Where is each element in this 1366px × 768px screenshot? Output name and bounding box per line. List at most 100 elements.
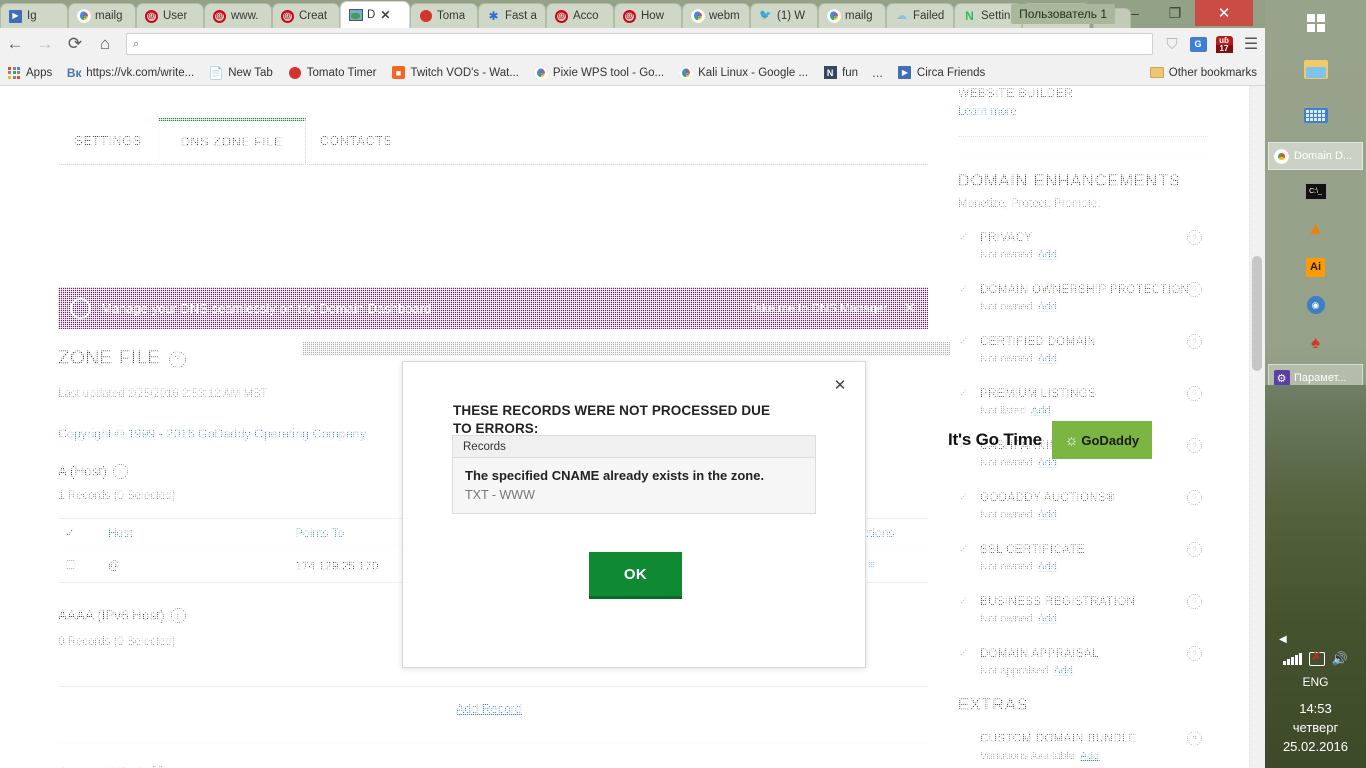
- ok-button[interactable]: OK: [589, 552, 682, 599]
- tray-expand-button[interactable]: ◀: [1265, 634, 1366, 645]
- window-user-label[interactable]: Пользователь 1: [1011, 4, 1115, 24]
- bookmark-item[interactable]: Tomato Timer: [287, 65, 376, 81]
- browser-tab[interactable]: @ Creat: [272, 3, 340, 28]
- bookmark-item[interactable]: Вк https://vk.com/write...: [66, 65, 194, 81]
- bookmark-item[interactable]: G Kali Linux - Google ...: [678, 65, 808, 81]
- browser-toolbar: ← → ⟳ ⌂ ⌕ ⛉ G uɓ 17 ☰: [0, 28, 1265, 61]
- reload-button[interactable]: ⟳: [60, 29, 90, 59]
- tab-label: Acco: [573, 10, 599, 22]
- browser-tab[interactable]: Gmailg: [68, 3, 136, 28]
- explorer-icon: [1303, 59, 1328, 79]
- forward-button[interactable]: →: [30, 29, 60, 59]
- scrollbar-thumb[interactable]: [1252, 256, 1262, 371]
- browser-tab[interactable]: @ User: [136, 3, 204, 28]
- signal-icon[interactable]: [1283, 653, 1302, 665]
- bookmark-label: Circa Friends: [916, 66, 986, 79]
- address-bar[interactable]: ⌕: [126, 33, 1153, 55]
- at-icon: @: [555, 9, 568, 23]
- windows-taskbar: Domain D...C:\_▲Ai◉♠⚙Парамет...✈Telegram…: [1265, 0, 1366, 768]
- clock-date: 25.02.2016: [1282, 739, 1349, 754]
- taskbar-item-domain[interactable]: Domain D...: [1268, 142, 1363, 170]
- records-error-table: Records The specified CNAME already exis…: [452, 435, 816, 514]
- browser-tab[interactable]: ▶ Ig: [0, 3, 68, 28]
- vlc-icon: ▲: [1307, 219, 1324, 238]
- taskbar-item-label: Парамет...: [1294, 372, 1347, 384]
- ublock-extension-icon[interactable]: uɓ 17: [1211, 31, 1237, 57]
- browser-tab-active[interactable]: D ✕: [340, 1, 410, 28]
- language-indicator[interactable]: ENG: [1265, 675, 1366, 689]
- translate-icon-glyph: G: [1189, 36, 1207, 52]
- apps-grid-icon: [8, 66, 20, 79]
- close-icon[interactable]: ✕: [831, 376, 849, 394]
- bookmark-label: Kali Linux - Google ...: [698, 66, 809, 79]
- fun-icon: N: [823, 66, 837, 79]
- taskbar-cmd-icon[interactable]: C:\_: [1265, 172, 1366, 210]
- google-icon: G: [826, 9, 841, 23]
- volume-icon[interactable]: 🔊: [1332, 651, 1348, 667]
- home-button[interactable]: ⌂: [90, 29, 120, 59]
- globe-icon: [348, 9, 363, 21]
- clock-time: 14:53: [1299, 701, 1332, 716]
- bookmark-item[interactable]: G Pixie WPS tool - Go...: [533, 65, 664, 81]
- tab-label: Fast a: [505, 10, 537, 22]
- browser-tab[interactable]: 🐦 (1) W: [750, 3, 818, 28]
- chrome-icon: [1274, 148, 1289, 164]
- ublock-icon-glyph: uɓ 17: [1215, 35, 1233, 53]
- tray-icons: ✗ 🔊: [1265, 651, 1366, 667]
- keyboard-icon: [1303, 107, 1328, 123]
- tab-close-icon[interactable]: ✕: [380, 8, 390, 22]
- bookmark-item[interactable]: ▶ Circa Friends: [897, 65, 985, 81]
- bookmark-item[interactable]: Apps: [6, 65, 52, 81]
- chrome-menu-button[interactable]: ☰: [1237, 31, 1265, 57]
- bookmark-item[interactable]: 📄 New Tab: [208, 65, 273, 81]
- browser-tab[interactable]: Gmailg: [818, 3, 886, 28]
- browser-tab[interactable]: Toma: [410, 3, 478, 28]
- browser-tab[interactable]: @ Acco: [546, 3, 614, 28]
- page-icon: 📄: [208, 65, 224, 80]
- tab-label: D: [367, 9, 376, 21]
- taskbar-illustrator-icon[interactable]: Ai: [1265, 248, 1366, 286]
- back-button[interactable]: ←: [0, 29, 30, 59]
- bookmark-label: Pixie WPS tool - Go...: [552, 66, 665, 79]
- bookmarks-bar: Apps Вк https://vk.com/write... 📄 New Tab Tom…: [0, 60, 1265, 86]
- address-input[interactable]: [144, 36, 1146, 52]
- tab-label: mailg: [95, 10, 123, 22]
- window-close-button[interactable]: ✕: [1195, 0, 1253, 26]
- clock-weekday: четверг: [1292, 720, 1339, 735]
- translate-extension-icon[interactable]: G: [1185, 31, 1211, 57]
- taskbar-pokerstars-icon[interactable]: ♠: [1265, 324, 1366, 362]
- at-icon: @: [623, 9, 636, 23]
- browser-tab[interactable]: @ www.: [204, 3, 272, 28]
- clock[interactable]: 14:53 четверг 25.02.2016: [1265, 699, 1366, 756]
- touch-keyboard-button[interactable]: [1265, 92, 1366, 138]
- battery-icon[interactable]: ✗: [1308, 651, 1325, 666]
- browser-tab[interactable]: ☁ Failed: [886, 3, 954, 28]
- taskbar-vlc-icon[interactable]: ▲: [1265, 210, 1366, 248]
- browser-tab[interactable]: @ How: [614, 3, 682, 28]
- start-button[interactable]: [1265, 0, 1366, 46]
- records-column-header: Records: [453, 436, 815, 458]
- tab-label: Toma: [437, 10, 466, 22]
- bookmark-label: Other bookmarks: [1168, 66, 1257, 79]
- window-maximize-button[interactable]: ❐: [1155, 0, 1195, 26]
- battery-x-icon: ✗: [1311, 651, 1321, 663]
- twitter-icon: 🐦: [759, 10, 772, 21]
- bookmark-label: Twitch VOD's - Wat...: [410, 66, 519, 79]
- bookmarks-overflow-button[interactable]: ...: [872, 65, 883, 80]
- other-bookmarks-button[interactable]: Other bookmarks: [1149, 65, 1257, 81]
- vk-icon: Вк: [66, 65, 82, 80]
- bookmark-item[interactable]: ■ Twitch VOD's - Wat...: [390, 65, 519, 81]
- bookmark-item[interactable]: Nfun: [822, 65, 858, 81]
- tomato-icon: [419, 10, 432, 22]
- window-minimize-button[interactable]: –: [1115, 0, 1155, 26]
- page-scrollbar[interactable]: [1249, 86, 1265, 768]
- file-explorer-button[interactable]: [1265, 46, 1366, 92]
- browser-tab[interactable]: ✱ Fast a: [478, 3, 546, 28]
- browser-tab[interactable]: Gwebm: [682, 3, 750, 28]
- shield-extension-icon[interactable]: ⛉: [1159, 31, 1185, 57]
- modal-title: THESE RECORDS WERE NOT PROCESSED DUE TO …: [453, 403, 771, 436]
- tab-label: How: [641, 10, 665, 22]
- google-icon: G: [690, 9, 705, 23]
- pokerstars-icon: ♠: [1310, 333, 1321, 352]
- taskbar-blue-disc-icon[interactable]: ◉: [1265, 286, 1366, 324]
